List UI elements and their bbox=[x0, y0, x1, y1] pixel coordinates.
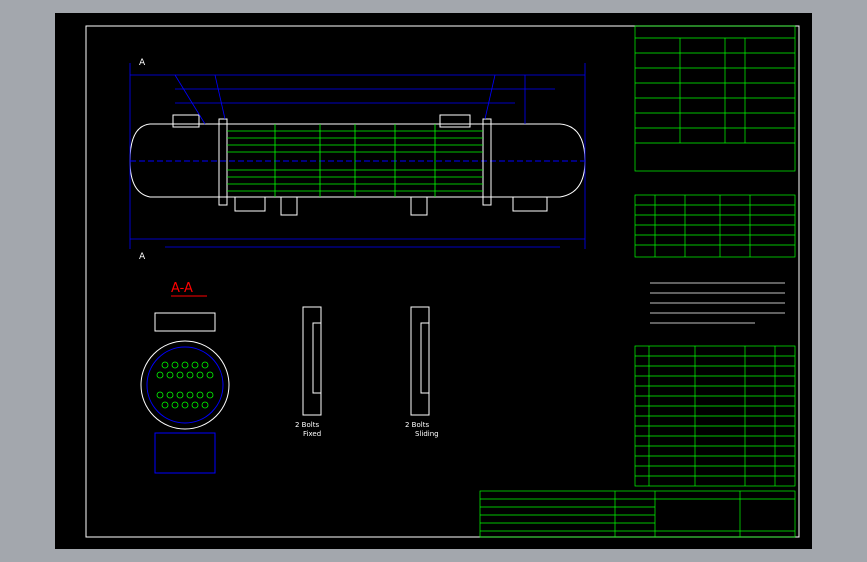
title-block bbox=[479, 490, 796, 538]
sliding-support-bolts: 2 Bolts bbox=[405, 421, 429, 429]
nozzle-bottom-right bbox=[512, 196, 548, 212]
sliding-support-label: Sliding bbox=[415, 430, 439, 438]
saddle-left bbox=[280, 196, 298, 216]
nozzle-table bbox=[634, 194, 796, 258]
dimension-lines bbox=[129, 63, 586, 249]
section-marker-top: A bbox=[139, 58, 146, 68]
design-data-table bbox=[634, 25, 796, 172]
shell-elevation-view bbox=[129, 114, 586, 216]
parts-list-table bbox=[634, 345, 796, 487]
nozzle-top-right bbox=[439, 114, 471, 128]
technical-notes bbox=[650, 282, 785, 324]
nozzle-bottom-left bbox=[234, 196, 266, 212]
tubesheet-right bbox=[482, 118, 492, 206]
sliding-support-detail bbox=[410, 306, 430, 416]
tube-layout bbox=[156, 361, 214, 409]
cad-drawing: A A A-A 2 Bolts Fixed 2 Bolts Sliding bbox=[85, 25, 800, 538]
nozzle-top-left bbox=[172, 114, 200, 128]
saddle-right bbox=[410, 196, 428, 216]
fixed-support-bolts: 2 Bolts bbox=[295, 421, 319, 429]
drawing-sheet: A A A-A 2 Bolts Fixed 2 Bolts Sliding bbox=[55, 13, 812, 549]
section-view bbox=[140, 312, 230, 474]
section-marker-bottom: A bbox=[139, 252, 146, 262]
fixed-support-detail bbox=[302, 306, 322, 416]
fixed-support-label: Fixed bbox=[303, 430, 321, 438]
tubesheet-left bbox=[218, 118, 228, 206]
section-title: A-A bbox=[171, 281, 193, 296]
